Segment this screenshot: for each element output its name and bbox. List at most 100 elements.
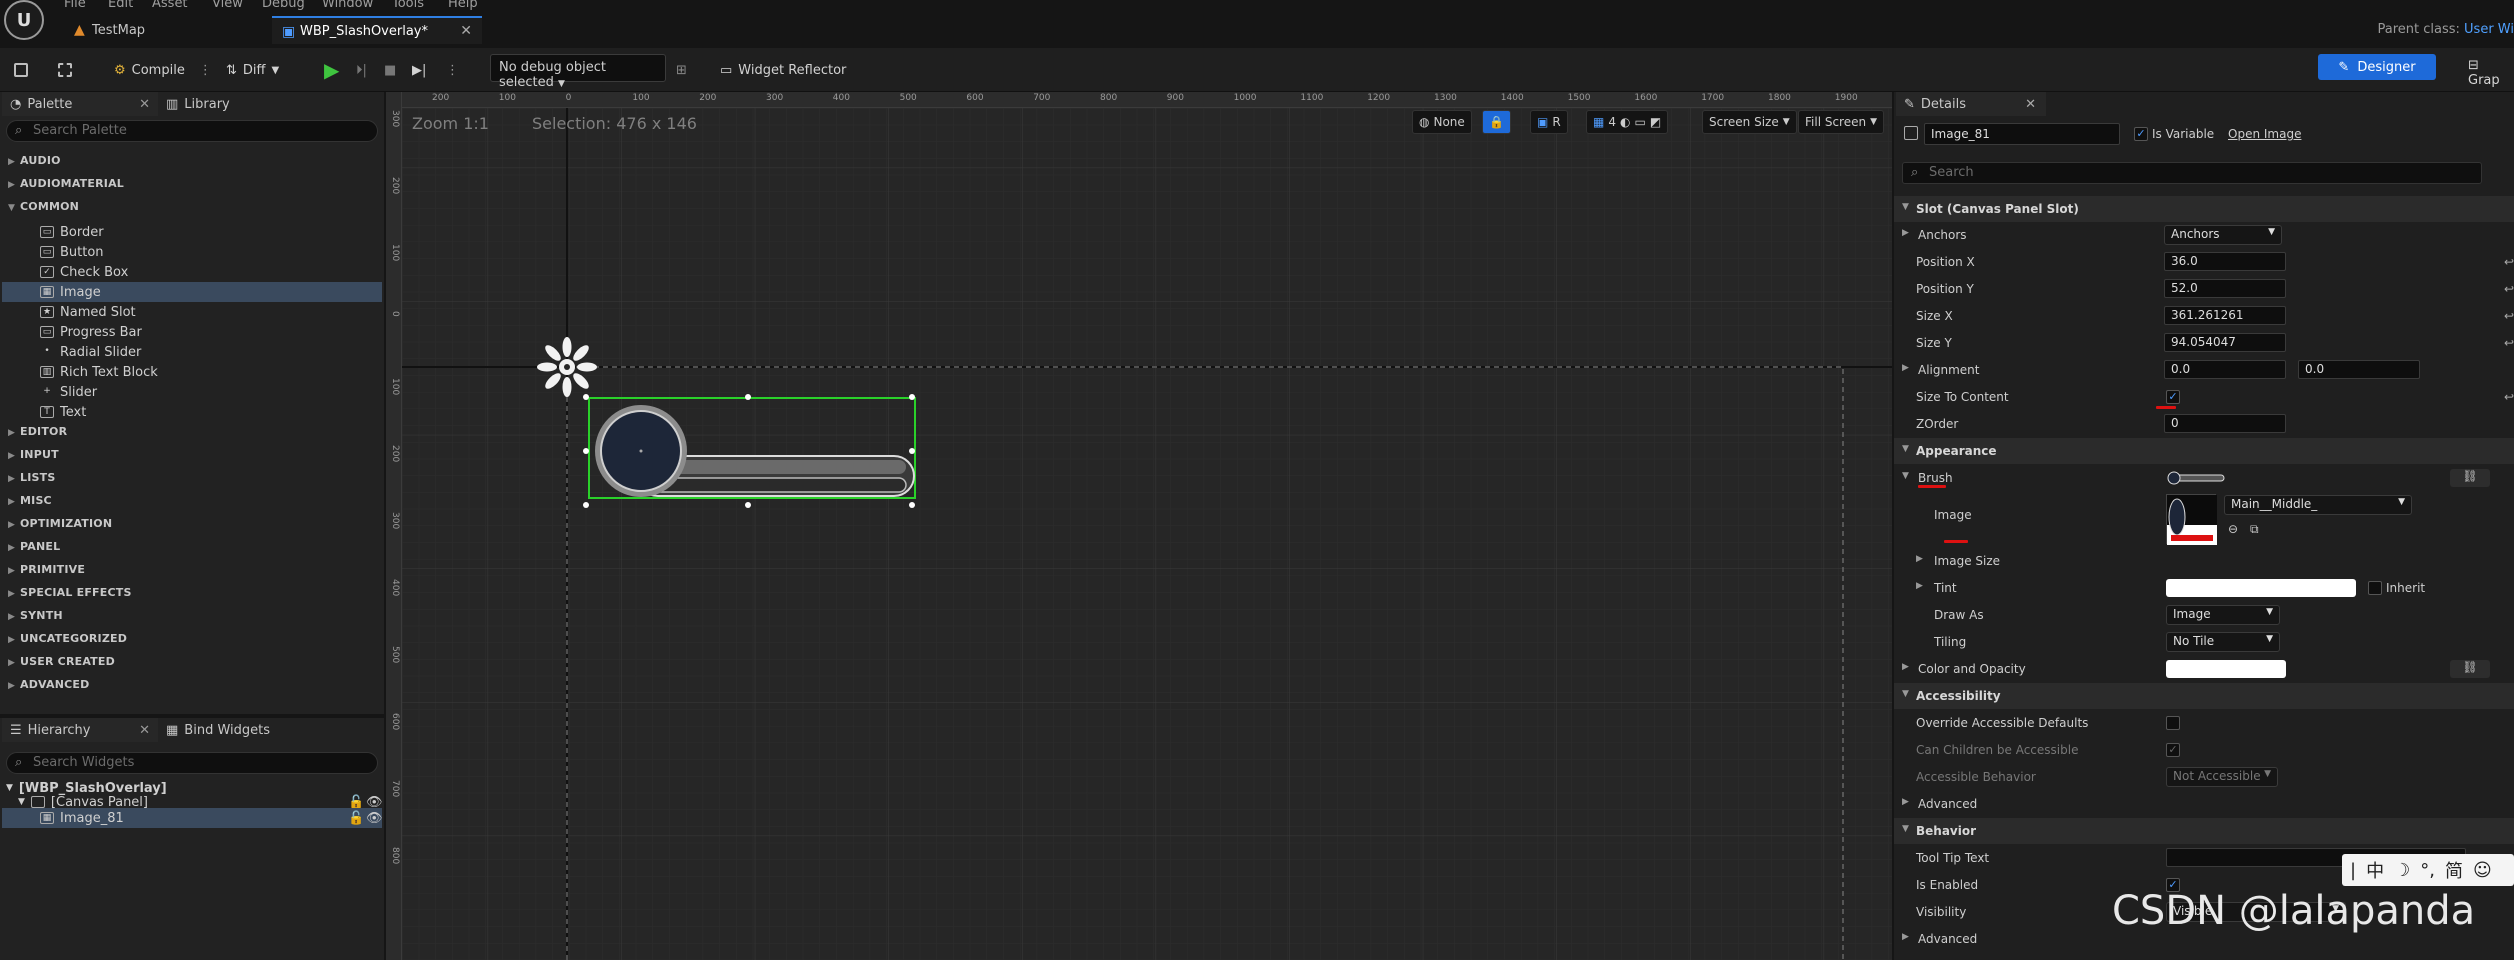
menu-asset[interactable]: Asset — [152, 0, 188, 11]
save-icon[interactable] — [14, 56, 28, 84]
reset-arrow-icon[interactable]: ↩ — [2504, 255, 2514, 269]
palette-item[interactable]: ★ Named Slot — [40, 302, 380, 322]
menu-file[interactable]: File — [64, 0, 86, 11]
menu-window[interactable]: Window — [322, 0, 373, 11]
tint-color-swatch[interactable] — [2166, 579, 2356, 597]
ime-toolbar[interactable]: | 中 ☽ °, 简 ☺ — [2342, 854, 2514, 886]
unreal-logo-icon[interactable]: U — [4, 0, 44, 40]
palette-category[interactable]: ▶ EDITOR — [8, 425, 67, 438]
tab-palette[interactable]: ◔ Palette ✕ — [2, 92, 158, 116]
palette-category[interactable]: ▶ SPECIAL EFFECTS — [8, 586, 132, 599]
menu-edit[interactable]: Edit — [108, 0, 133, 11]
palette-category[interactable]: ▶ MISC — [8, 494, 52, 507]
menu-help[interactable]: Help — [448, 0, 478, 11]
use-selected-icon[interactable]: ⊖ — [2228, 522, 2238, 536]
screen-size-dropdown[interactable]: Screen Size ▼ — [1702, 110, 1797, 134]
color-opacity-swatch[interactable] — [2166, 660, 2286, 678]
palette-item[interactable]: ▦ Image — [2, 282, 382, 302]
palette-category[interactable]: ▼ COMMON — [8, 200, 79, 213]
palette-category[interactable]: ▶ OPTIMIZATION — [8, 517, 112, 530]
link-icon[interactable]: ⛓ — [2450, 660, 2490, 678]
menu-view[interactable]: View — [212, 0, 243, 11]
reset-arrow-icon[interactable]: ↩ — [2504, 282, 2514, 296]
ime-punct[interactable]: °, — [2420, 860, 2435, 881]
is-variable-checkbox[interactable]: ✓ — [2134, 127, 2148, 141]
palette-category[interactable]: ▶ AUDIOMATERIAL — [8, 177, 124, 190]
accessible-behavior-dropdown[interactable]: Not Accessible ▼ — [2166, 767, 2278, 787]
details-search-input[interactable]: ⌕ Search — [1902, 162, 2482, 184]
expand-arrow-icon[interactable]: ▶ — [1916, 581, 1923, 591]
browse-icon[interactable] — [58, 56, 72, 84]
palette-category[interactable]: ▶ SYNTH — [8, 609, 63, 622]
palette-category[interactable]: ▶ UNCATEGORIZED — [8, 632, 127, 645]
palette-item[interactable]: ✓ Check Box — [40, 262, 380, 282]
palette-category[interactable]: ▶ ADVANCED — [8, 678, 89, 691]
debug-select-icon[interactable]: ⊞ — [676, 56, 687, 84]
diff-button[interactable]: ⇅ Diff ▼ — [226, 56, 279, 84]
close-icon[interactable]: ✕ — [460, 23, 472, 39]
frame-button[interactable]: ▶| — [412, 56, 426, 84]
size-y-input[interactable]: 94.054047 — [2164, 333, 2286, 352]
play-options-icon[interactable]: ⋮ — [446, 56, 459, 84]
close-icon[interactable]: ✕ — [2025, 97, 2036, 112]
hierarchy-search-input[interactable]: ⌕ Search Widgets — [6, 752, 378, 774]
close-icon[interactable]: ✕ — [139, 97, 150, 112]
tab-library[interactable]: ▥ Library — [166, 92, 306, 116]
tab-wbp-slashoverlay[interactable]: ▣ WBP_SlashOverlay* ✕ — [272, 16, 482, 44]
hierarchy-image-81[interactable]: ▦ Image_81 🔓 👁 — [2, 808, 383, 828]
lock-icon[interactable]: 🔓 — [348, 811, 364, 826]
reset-arrow-icon[interactable]: ↩ — [2504, 336, 2514, 350]
none-button[interactable]: ◍ None — [1412, 110, 1472, 134]
zorder-input[interactable]: 0 — [2164, 414, 2286, 433]
parent-class-link[interactable]: User Wi — [2464, 22, 2514, 37]
expand-arrow-icon[interactable]: ▶ — [1902, 363, 1909, 373]
palette-item[interactable]: ▭ Progress Bar — [40, 322, 380, 342]
lock-toggle[interactable]: 🔒 — [1482, 110, 1511, 134]
inherit-checkbox[interactable] — [2368, 581, 2382, 595]
link-icon[interactable]: ⛓ — [2450, 469, 2490, 487]
r-button[interactable]: ▣ R — [1530, 110, 1568, 134]
expand-arrow-icon[interactable]: ▶ — [1902, 662, 1909, 672]
expand-arrow-icon[interactable]: ▼ — [1902, 824, 1909, 834]
compile-button[interactable]: ⚙ Compile ⋮ — [114, 56, 212, 84]
anchors-dropdown[interactable]: Anchors ▼ — [2164, 225, 2282, 245]
ime-chinese[interactable]: 中 — [2366, 857, 2384, 883]
tab-details[interactable]: ✎ Details ✕ — [1896, 92, 2046, 116]
image-thumbnail[interactable] — [2166, 494, 2217, 545]
browse-asset-icon[interactable]: ⧉ — [2250, 522, 2259, 537]
ime-emoji-icon[interactable]: ☺ — [2473, 860, 2492, 881]
palette-item[interactable]: ▭ Button — [40, 242, 380, 262]
tab-testmap[interactable]: ▲ TestMap — [64, 16, 274, 44]
close-icon[interactable]: ✕ — [139, 723, 150, 738]
tiling-dropdown[interactable]: No Tile ▼ — [2166, 632, 2280, 652]
position-x-input[interactable]: 36.0 — [2164, 252, 2286, 271]
play-button[interactable]: ▶ — [324, 56, 339, 84]
menu-tools[interactable]: Tools — [392, 0, 424, 11]
more-options-icon[interactable]: ⋮ — [199, 63, 212, 78]
alignment-x-input[interactable]: 0.0 — [2164, 360, 2286, 379]
palette-item[interactable]: • Radial Slider — [40, 342, 380, 362]
graph-button[interactable]: ⊟ Grap — [2468, 58, 2514, 88]
tab-bind-widgets[interactable]: ▦ Bind Widgets — [166, 718, 336, 742]
position-y-input[interactable]: 52.0 — [2164, 279, 2286, 298]
override-accessible-checkbox[interactable] — [2166, 716, 2180, 730]
widget-name-input[interactable]: Image_81 — [1924, 123, 2120, 145]
expand-arrow-icon[interactable]: ▶ — [1916, 554, 1923, 564]
palette-category[interactable]: ▶ PANEL — [8, 540, 60, 553]
expand-arrow-icon[interactable]: ▼ — [1902, 444, 1909, 454]
palette-search-input[interactable]: ⌕ Search Palette — [6, 120, 378, 142]
palette-item[interactable]: T Text — [40, 402, 380, 422]
palette-item[interactable]: ▥ Rich Text Block — [40, 362, 380, 382]
designer-button[interactable]: ✎ Designer — [2318, 54, 2436, 80]
menu-debug[interactable]: Debug — [262, 0, 305, 11]
expand-arrow-icon[interactable]: ▶ — [1902, 228, 1909, 238]
size-to-content-checkbox[interactable]: ✓ — [2166, 390, 2180, 404]
palette-category[interactable]: ▶ LISTS — [8, 471, 55, 484]
grid-snap-button[interactable]: ▦ 4 ◐ ▭ ◩ — [1586, 110, 1669, 134]
palette-item[interactable]: ▭ Border — [40, 222, 380, 242]
fill-screen-dropdown[interactable]: Fill Screen ▼ — [1798, 110, 1885, 134]
palette-item[interactable]: + Slider — [40, 382, 380, 402]
expand-arrow-icon[interactable]: ▶ — [1902, 797, 1909, 807]
expand-arrow-icon[interactable]: ▶ — [1902, 932, 1909, 942]
image-asset-dropdown[interactable]: Main__Middle_ ▼ — [2224, 495, 2412, 515]
